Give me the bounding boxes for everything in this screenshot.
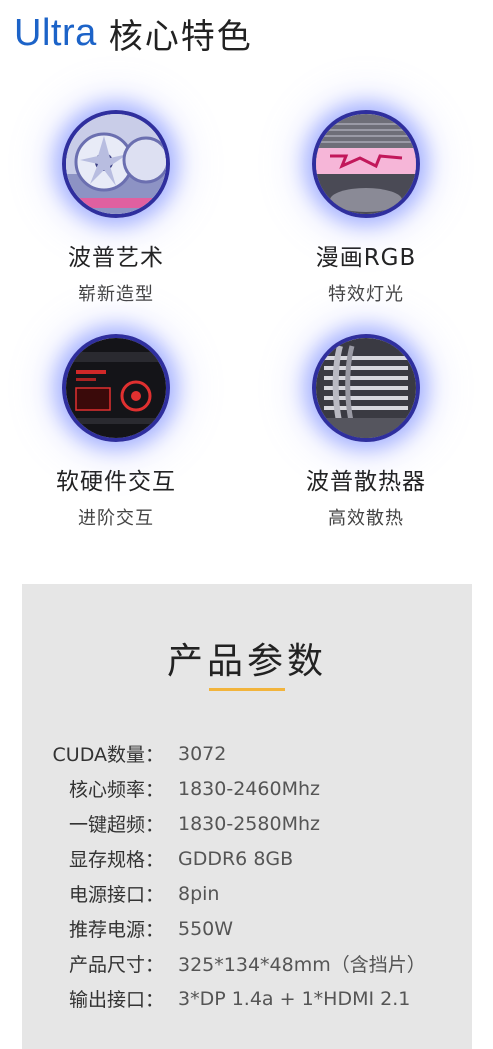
spec-label: 核心频率： [68,779,164,801]
spec-value: 1830-2580Mhz [178,812,320,835]
specs-title: 产品参数 [166,641,327,682]
spec-row: 一键超频： 1830-2580Mhz [22,806,472,841]
feature-title: 软硬件交互 [56,469,176,495]
feature-title: 波普散热器 [306,469,426,495]
spec-row: 显存规格： GDDR6 8GB [22,841,472,876]
brand-label: Ultra [14,11,97,54]
software-display-icon [62,334,170,442]
feature-card-interaction: 软硬件交互 进阶交互 [16,334,216,530]
title-underline [209,688,285,691]
feature-card-rgb: 漫画RGB 特效灯光 [266,110,466,306]
spec-label: CUDA数量： [52,744,164,766]
feature-title: 波普艺术 [68,245,164,271]
feature-subtitle: 特效灯光 [328,284,404,305]
specs-panel: 产品参数 CUDA数量： 3072 核心频率： 1830-2460Mhz 一键超… [22,584,472,1049]
heatsink-icon [312,334,420,442]
spec-label: 电源接口： [68,884,164,906]
spec-row: 输出接口： 3*DP 1.4a + 1*HDMI 2.1 [22,981,472,1016]
spec-value: 550W [178,917,234,940]
feature-subtitle: 崭新造型 [78,284,154,305]
spec-value: GDDR6 8GB [178,847,294,870]
graphics-card-front-icon [62,110,170,218]
feature-subtitle: 进阶交互 [78,508,154,529]
specs-list: CUDA数量： 3072 核心频率： 1830-2460Mhz 一键超频： 18… [22,736,472,1016]
feature-subtitle: 高效散热 [328,508,404,529]
rgb-lighting-icon [312,110,420,218]
section-header: Ultra 核心特色 [14,8,253,58]
spec-label: 一键超频： [68,814,164,836]
spec-label: 显存规格： [68,849,164,871]
spec-row: CUDA数量： 3072 [22,736,472,771]
spec-row: 核心频率： 1830-2460Mhz [22,771,472,806]
spec-row: 产品尺寸： 325*134*48mm（含挡片） [22,946,472,981]
spec-value: 8pin [178,882,220,905]
spec-label: 推荐电源： [68,919,164,941]
feature-card-pop-art: 波普艺术 崭新造型 [16,110,216,306]
spec-value: 3*DP 1.4a + 1*HDMI 2.1 [178,987,411,1010]
feature-title: 漫画RGB [315,245,417,271]
spec-row: 电源接口： 8pin [22,876,472,911]
spec-value: 1830-2460Mhz [178,777,320,800]
feature-card-cooling: 波普散热器 高效散热 [266,334,466,530]
spec-value: 325*134*48mm（含挡片） [178,954,426,976]
spec-row: 推荐电源： 550W [22,911,472,946]
spec-label: 输出接口： [68,989,164,1011]
spec-value: 3072 [178,742,227,765]
spec-label: 产品尺寸： [68,954,164,976]
section-title: 核心特色 [108,16,253,57]
